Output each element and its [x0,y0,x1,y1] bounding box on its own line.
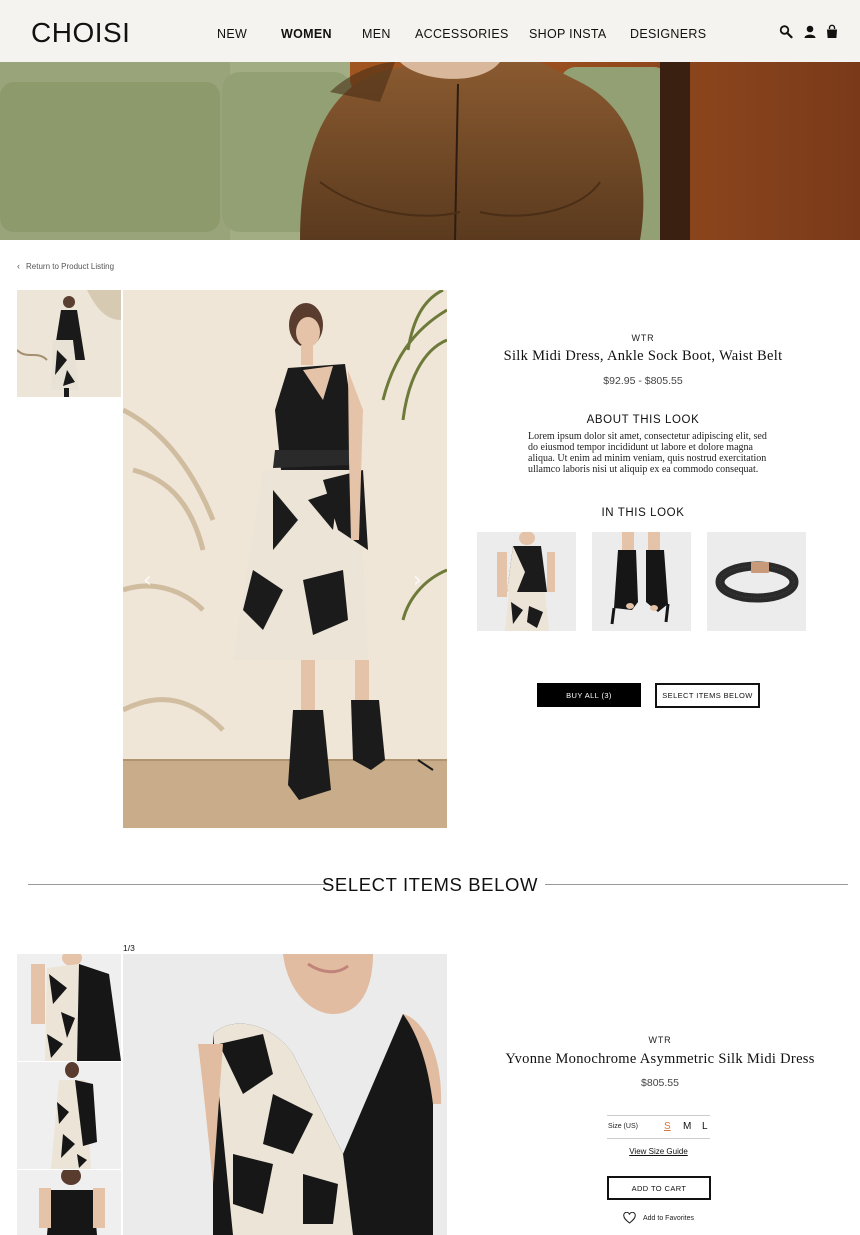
nav-designers[interactable]: DESIGNERS [630,27,706,41]
product-photo [123,954,447,1235]
in-this-look-heading: IN THIS LOOK [601,507,685,519]
size-selector: Size (US) S M L [607,1115,710,1139]
nav-men[interactable]: MEN [362,27,391,41]
look-price: $92.95 - $805.55 [603,375,683,387]
product-thumbnail-1[interactable] [17,954,121,1061]
heart-icon [623,1212,636,1224]
bag-icon[interactable] [825,24,839,40]
product-thumbnail-3[interactable] [17,1170,121,1235]
about-look-text: Lorem ipsum dolor sit amet, consectetur … [528,431,767,475]
prev-image-arrow[interactable]: ‹ [143,568,152,593]
return-link-label: Return to Product Listing [26,262,115,271]
view-size-guide-link[interactable]: View Size Guide [607,1147,710,1156]
image-counter: 1/3 [123,943,135,953]
product-brand: WTR [648,1035,672,1045]
look-main-image: ‹ › [123,290,447,828]
size-label: Size (US) [608,1123,638,1130]
look-photo [123,290,447,828]
account-icon[interactable] [803,24,817,40]
look-item-boots[interactable] [592,532,691,631]
product-thumbnail-3-image [17,1170,121,1235]
add-to-favorites-label: Add to Favorites [643,1214,694,1222]
next-image-arrow[interactable]: › [413,568,422,593]
look-brand: WTR [631,333,655,343]
search-icon[interactable] [779,24,793,40]
return-to-listing-link[interactable]: ‹ Return to Product Listing [17,261,114,271]
hero-banner [0,62,860,240]
chevron-left-icon: ‹ [17,261,20,271]
belt-thumbnail-image [707,532,806,631]
nav-women[interactable]: WOMEN [281,27,332,41]
size-option-l[interactable]: L [702,1121,708,1132]
select-items-heading: SELECT ITEMS BELOW [321,874,539,895]
site-logo[interactable]: CHOISI [31,17,130,49]
about-look-heading: ABOUT THIS LOOK [586,414,700,426]
buy-all-button[interactable]: BUY ALL (3) [537,683,641,707]
look-item-dress[interactable] [477,532,576,631]
look-thumbnail[interactable] [17,290,121,397]
hero-image [0,62,860,240]
add-to-favorites-link[interactable]: Add to Favorites [623,1212,694,1224]
size-option-m[interactable]: M [683,1121,691,1132]
nav-accessories[interactable]: ACCESSORIES [415,27,509,41]
nav-new[interactable]: NEW [217,27,247,41]
site-header: CHOISI NEW WOMEN MEN ACCESSORIES SHOP IN… [0,0,860,62]
dress-thumbnail-image [477,532,576,631]
product-thumbnail-1-image [17,954,121,1061]
product-thumbnail-2[interactable] [17,1062,121,1169]
size-option-s[interactable]: S [664,1121,671,1132]
product-thumbnail-2-image [17,1062,121,1169]
boots-thumbnail-image [592,532,691,631]
look-thumbnail-image [17,290,121,397]
product-price: $805.55 [641,1077,679,1089]
look-item-belt[interactable] [707,532,806,631]
nav-shop-insta[interactable]: SHOP INSTA [529,27,607,41]
look-title: Silk Midi Dress, Ankle Sock Boot, Waist … [503,348,783,364]
add-to-cart-button[interactable]: ADD TO CART [607,1176,711,1200]
select-items-below-button[interactable]: SELECT ITEMS BELOW [655,683,760,708]
product-main-image [123,954,447,1235]
product-title: Yvonne Monochrome Asymmetric Silk Midi D… [505,1051,815,1067]
